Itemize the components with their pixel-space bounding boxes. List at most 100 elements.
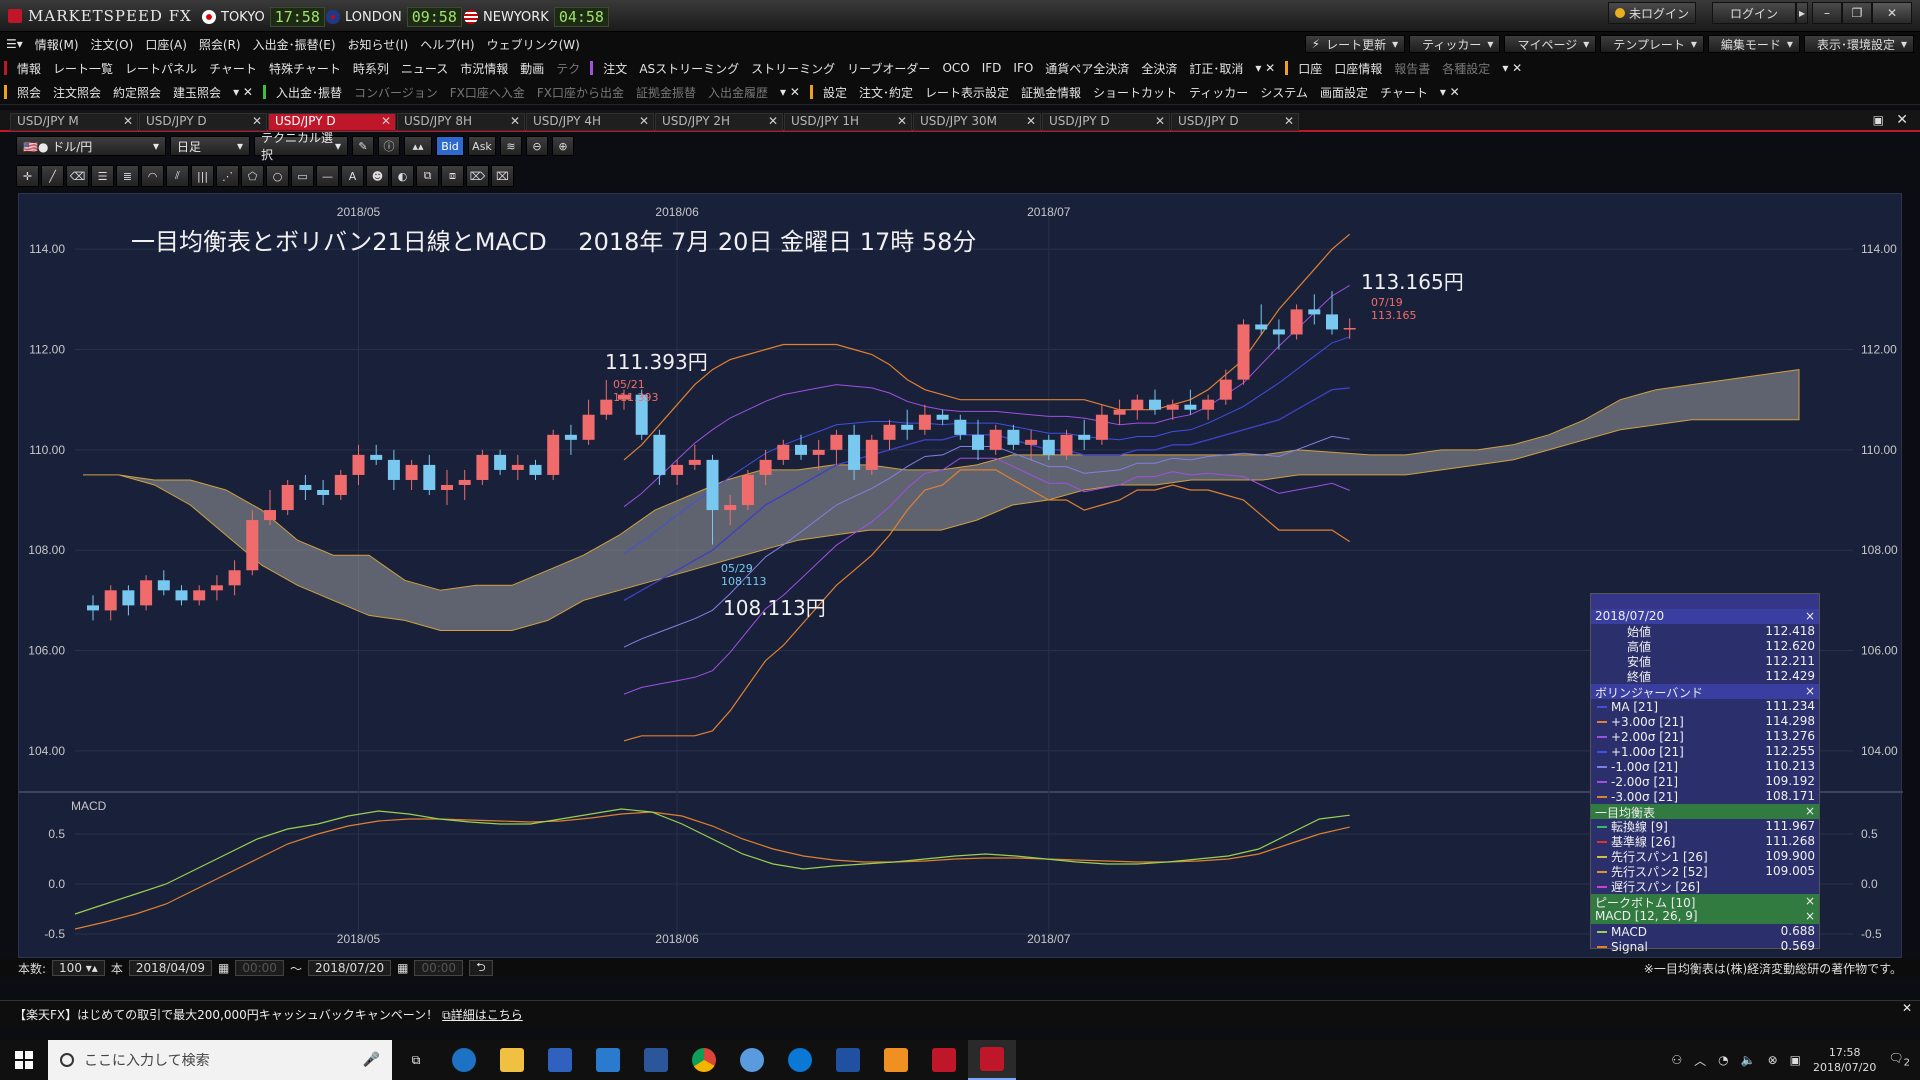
system-link[interactable]: システム bbox=[1254, 84, 1314, 101]
settle-all-link[interactable]: 全決済 bbox=[1135, 60, 1183, 77]
hamburger-menu-icon[interactable]: ☰▾ bbox=[0, 37, 29, 51]
crosshair-icon[interactable]: ✛ bbox=[16, 165, 39, 187]
tab-usdjpy-1h[interactable]: USD/JPY 1H ✕ bbox=[784, 113, 912, 131]
menu-deposit[interactable]: 入出金･振替(E) bbox=[247, 36, 342, 53]
circle-icon[interactable]: ○ bbox=[266, 165, 289, 187]
rate-display-settings-link[interactable]: レート表示設定 bbox=[919, 84, 1015, 101]
calendar-app-icon[interactable] bbox=[536, 1040, 584, 1080]
menu-notice[interactable]: お知らせ(I) bbox=[342, 36, 415, 53]
info-icon[interactable]: ⓘ bbox=[378, 136, 400, 156]
calendar-icon[interactable]: ▦ bbox=[218, 961, 229, 975]
login-button[interactable]: ログイン bbox=[1712, 2, 1796, 24]
market-info-link[interactable]: 市況情報 bbox=[454, 60, 514, 77]
close-chart-icon[interactable]: ✕ bbox=[1896, 112, 1908, 128]
trendline-icon[interactable]: ╱ bbox=[41, 165, 64, 187]
report-link[interactable]: 報告書 bbox=[1388, 60, 1436, 77]
close-tab-icon[interactable]: ✕ bbox=[252, 114, 262, 128]
taskbar-clock[interactable]: 17:58 2018/07/20 bbox=[1813, 1045, 1876, 1075]
template-button[interactable]: テンプレート ▾ bbox=[1600, 35, 1704, 53]
streaming-link[interactable]: ストリーミング bbox=[745, 60, 841, 77]
chart-link[interactable]: チャート bbox=[203, 60, 263, 77]
login-arrow-button[interactable]: ▸ bbox=[1796, 2, 1808, 24]
deposit-fx-link[interactable]: FX口座へ入金 bbox=[444, 84, 531, 101]
ime-mode-icon[interactable]: ▣ bbox=[1790, 1053, 1801, 1067]
delete-drawing-icon[interactable]: ⌦ bbox=[466, 165, 489, 187]
from-time-field[interactable]: 00:00 bbox=[235, 960, 284, 976]
news-link[interactable]: ニュース bbox=[395, 60, 454, 77]
chrome-icon[interactable] bbox=[680, 1040, 728, 1080]
feather-app-icon[interactable] bbox=[824, 1040, 872, 1080]
banner-link[interactable]: ⧉詳細はこちら bbox=[442, 1006, 523, 1023]
menu-account[interactable]: 口座(A) bbox=[139, 36, 193, 53]
tab-usdjpy-30m[interactable]: USD/JPY 30M ✕ bbox=[913, 113, 1041, 131]
bar-count-select[interactable]: 100 ▾▴ bbox=[52, 960, 105, 976]
taskbar-search[interactable]: ここに入力して検索 🎤 bbox=[48, 1040, 392, 1080]
windows-start-icon[interactable] bbox=[0, 1040, 48, 1080]
menu-order[interactable]: 注文(O) bbox=[85, 36, 140, 53]
fan-icon[interactable]: ◠ bbox=[141, 165, 164, 187]
close-icon[interactable]: × bbox=[1805, 684, 1815, 699]
chart-settings-link[interactable]: チャート bbox=[1374, 84, 1434, 101]
show-hidden-icon[interactable]: ︿ bbox=[1694, 1052, 1706, 1069]
network-icon[interactable]: ◔ bbox=[1718, 1053, 1728, 1067]
word-icon[interactable] bbox=[632, 1040, 680, 1080]
menu-weblink[interactable]: ウェブリンク(W) bbox=[481, 36, 586, 53]
tab-usdjpy-d-2[interactable]: USD/JPY D ✕ bbox=[1042, 113, 1170, 131]
close-tab-icon[interactable]: ✕ bbox=[639, 114, 649, 128]
maximize-chart-icon[interactable]: ▣ bbox=[1873, 113, 1884, 127]
position-inquiry-link[interactable]: 建玉照会 bbox=[167, 84, 227, 101]
channel-icon[interactable]: ⫽ bbox=[166, 165, 189, 187]
notification-icon[interactable]: 🗨2 bbox=[1888, 1051, 1910, 1068]
account-info-link[interactable]: 口座情報 bbox=[1328, 60, 1388, 77]
execution-inquiry-link[interactable]: 約定照会 bbox=[107, 84, 167, 101]
rate-panel-link[interactable]: レートパネル bbox=[119, 60, 203, 77]
horizontal-lines-icon[interactable]: ☰ bbox=[91, 165, 114, 187]
close-tab-icon[interactable]: ✕ bbox=[897, 114, 907, 128]
close-tab-icon[interactable]: ✕ bbox=[1026, 114, 1036, 128]
pair-settle-link[interactable]: 通貨ペア全決済 bbox=[1039, 60, 1135, 77]
restore-button[interactable]: ❐ bbox=[1842, 2, 1872, 24]
zoom-in-icon[interactable]: ⊕ bbox=[552, 136, 574, 156]
oco-link[interactable]: OCO bbox=[936, 61, 975, 75]
to-time-field[interactable]: 00:00 bbox=[414, 960, 464, 976]
rate-list-link[interactable]: レート一覧 bbox=[47, 60, 119, 77]
timeseries-link[interactable]: 時系列 bbox=[347, 60, 395, 77]
vertical-lines-icon[interactable]: ||| bbox=[191, 165, 214, 187]
orange-app-icon[interactable] bbox=[872, 1040, 920, 1080]
close-tab-icon[interactable]: ✕ bbox=[1284, 114, 1294, 128]
marketspeed-fx-app-icon[interactable] bbox=[968, 1040, 1016, 1080]
display-settings-button[interactable]: 表示･環境設定 ▾ bbox=[1803, 35, 1914, 53]
paste-icon[interactable]: ⧈ bbox=[441, 165, 464, 187]
volume-icon[interactable]: 🔈 bbox=[1741, 1053, 1756, 1067]
margin-transfer-link[interactable]: 証拠金振替 bbox=[630, 84, 702, 101]
close-window-button[interactable]: ✕ bbox=[1872, 2, 1912, 24]
tab-usdjpy-d-3[interactable]: USD/JPY D ✕ bbox=[1171, 113, 1299, 131]
capture-icon[interactable]: ◐ bbox=[391, 165, 414, 187]
tab-usdjpy-m[interactable]: USD/JPY M ✕ bbox=[10, 113, 138, 131]
close-tab-icon[interactable]: ✕ bbox=[1155, 114, 1165, 128]
settings-more-icon[interactable]: ▾ ✕ bbox=[1434, 85, 1466, 99]
various-settings-link[interactable]: 各種設定 bbox=[1436, 60, 1496, 77]
to-date-field[interactable]: 2018/07/20 bbox=[307, 960, 392, 976]
ifo-link[interactable]: IFO bbox=[1007, 61, 1039, 75]
modify-cancel-link[interactable]: 訂正･取消 bbox=[1183, 60, 1249, 77]
mypage-button[interactable]: マイページ ▾ bbox=[1504, 35, 1597, 53]
video-link[interactable]: 動画 bbox=[514, 60, 550, 77]
close-tab-icon[interactable]: ✕ bbox=[123, 114, 133, 128]
rate-refresh-button[interactable]: ⚡ レート更新 ▾ bbox=[1304, 35, 1406, 53]
edit-mode-button[interactable]: 編集モード ▾ bbox=[1707, 35, 1800, 53]
ticker-button[interactable]: ティッカー ▾ bbox=[1409, 35, 1501, 53]
close-tab-icon[interactable]: ✕ bbox=[768, 114, 778, 128]
chart-type-icon[interactable]: ▴▴ bbox=[404, 136, 432, 156]
special-chart-link[interactable]: 特殊チャート bbox=[263, 60, 347, 77]
from-date-field[interactable]: 2018/04/09 bbox=[128, 960, 213, 976]
marketspeed-app-icon[interactable] bbox=[920, 1040, 968, 1080]
ie-icon[interactable] bbox=[440, 1040, 488, 1080]
bid-button[interactable]: Bid bbox=[436, 136, 464, 156]
tab-usdjpy-8h[interactable]: USD/JPY 8H ✕ bbox=[397, 113, 525, 131]
fibonacci-icon[interactable]: ≣ bbox=[116, 165, 139, 187]
leave-order-link[interactable]: リーブオーダー bbox=[841, 60, 936, 77]
close-tab-icon[interactable]: ✕ bbox=[381, 114, 391, 128]
margin-info-link[interactable]: 証拠金情報 bbox=[1015, 84, 1087, 101]
data-window-handle[interactable] bbox=[1591, 594, 1819, 609]
